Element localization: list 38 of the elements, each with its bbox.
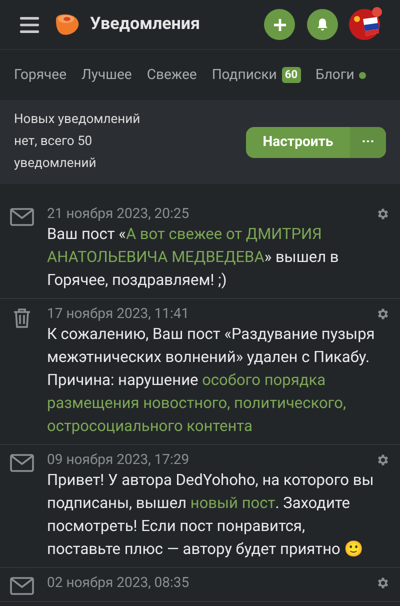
menu-icon[interactable] — [20, 16, 39, 32]
nav-tab[interactable]: Свежее — [146, 64, 197, 86]
count-badge: 60 — [282, 67, 301, 83]
add-button[interactable] — [264, 9, 295, 40]
plus-icon — [272, 18, 286, 32]
nav-tab[interactable]: Блоги — [316, 64, 354, 86]
settings-icon[interactable] — [376, 453, 390, 467]
configure-button[interactable]: Настроить — [246, 126, 350, 158]
notification-text: Привет! У автора DedYohoho, на которого вы подписаны, вышел новый пост. Заходите посмотреть! Если пост понравится, поставьте плюс — автору будет приятно 🙂 — [47, 470, 375, 560]
bell-icon — [317, 18, 328, 31]
logo-icon[interactable] — [53, 12, 80, 36]
notification-text: Ваш пост «А вот свежее от ДМИТРИЯ АНАТОЛЬЕВИЧА МЕДВЕДЕВА» вышел в Горячее, поздравляем! ;) — [47, 224, 340, 291]
post-link[interactable]: остросоциального контента — [47, 417, 252, 435]
post-link[interactable]: размещения новостного, политического, — [47, 394, 346, 412]
notification-date: 21 ноября 2023, 20:25 — [47, 205, 190, 223]
settings-icon[interactable] — [376, 307, 390, 321]
nav-tab[interactable]: Подписки — [212, 64, 277, 86]
post-link[interactable]: А вот свежее от ДМИТРИЯ — [126, 225, 322, 243]
nav-tab[interactable]: Лучшее — [82, 64, 132, 86]
post-link[interactable]: новый пост — [190, 494, 276, 512]
envelope-icon — [10, 208, 34, 226]
more-button[interactable]: ··· — [350, 126, 386, 158]
notification-date: 02 ноября 2023, 08:35 — [47, 574, 190, 592]
notification-date: 09 ноября 2023, 17:29 — [47, 451, 190, 469]
post-link[interactable]: особого порядка — [202, 371, 326, 389]
page-title: Уведомления — [90, 12, 200, 36]
notification-text: К сожалению, Ваш пост «Раздувание пузыря межэтнических волнений» удален с Пикабу. Причина: нарушение особого порядка размещения новостного, политического, остросоциального контента — [47, 324, 376, 437]
trash-icon — [13, 308, 31, 328]
envelope-icon — [10, 454, 34, 472]
summary-text: Новых уведомлений нет, всего 50 уведомлений — [14, 111, 142, 173]
notifications-button[interactable] — [307, 9, 338, 40]
settings-icon[interactable] — [376, 207, 390, 221]
settings-icon[interactable] — [376, 576, 390, 590]
nav-tab[interactable]: Горячее — [14, 64, 66, 86]
post-link[interactable]: АНАТОЛЬЕВИЧА МЕДВЕДЕВА — [47, 248, 264, 266]
notification-date: 17 ноября 2023, 11:41 — [47, 305, 190, 323]
avatar[interactable] — [349, 9, 380, 40]
envelope-icon — [10, 577, 34, 595]
